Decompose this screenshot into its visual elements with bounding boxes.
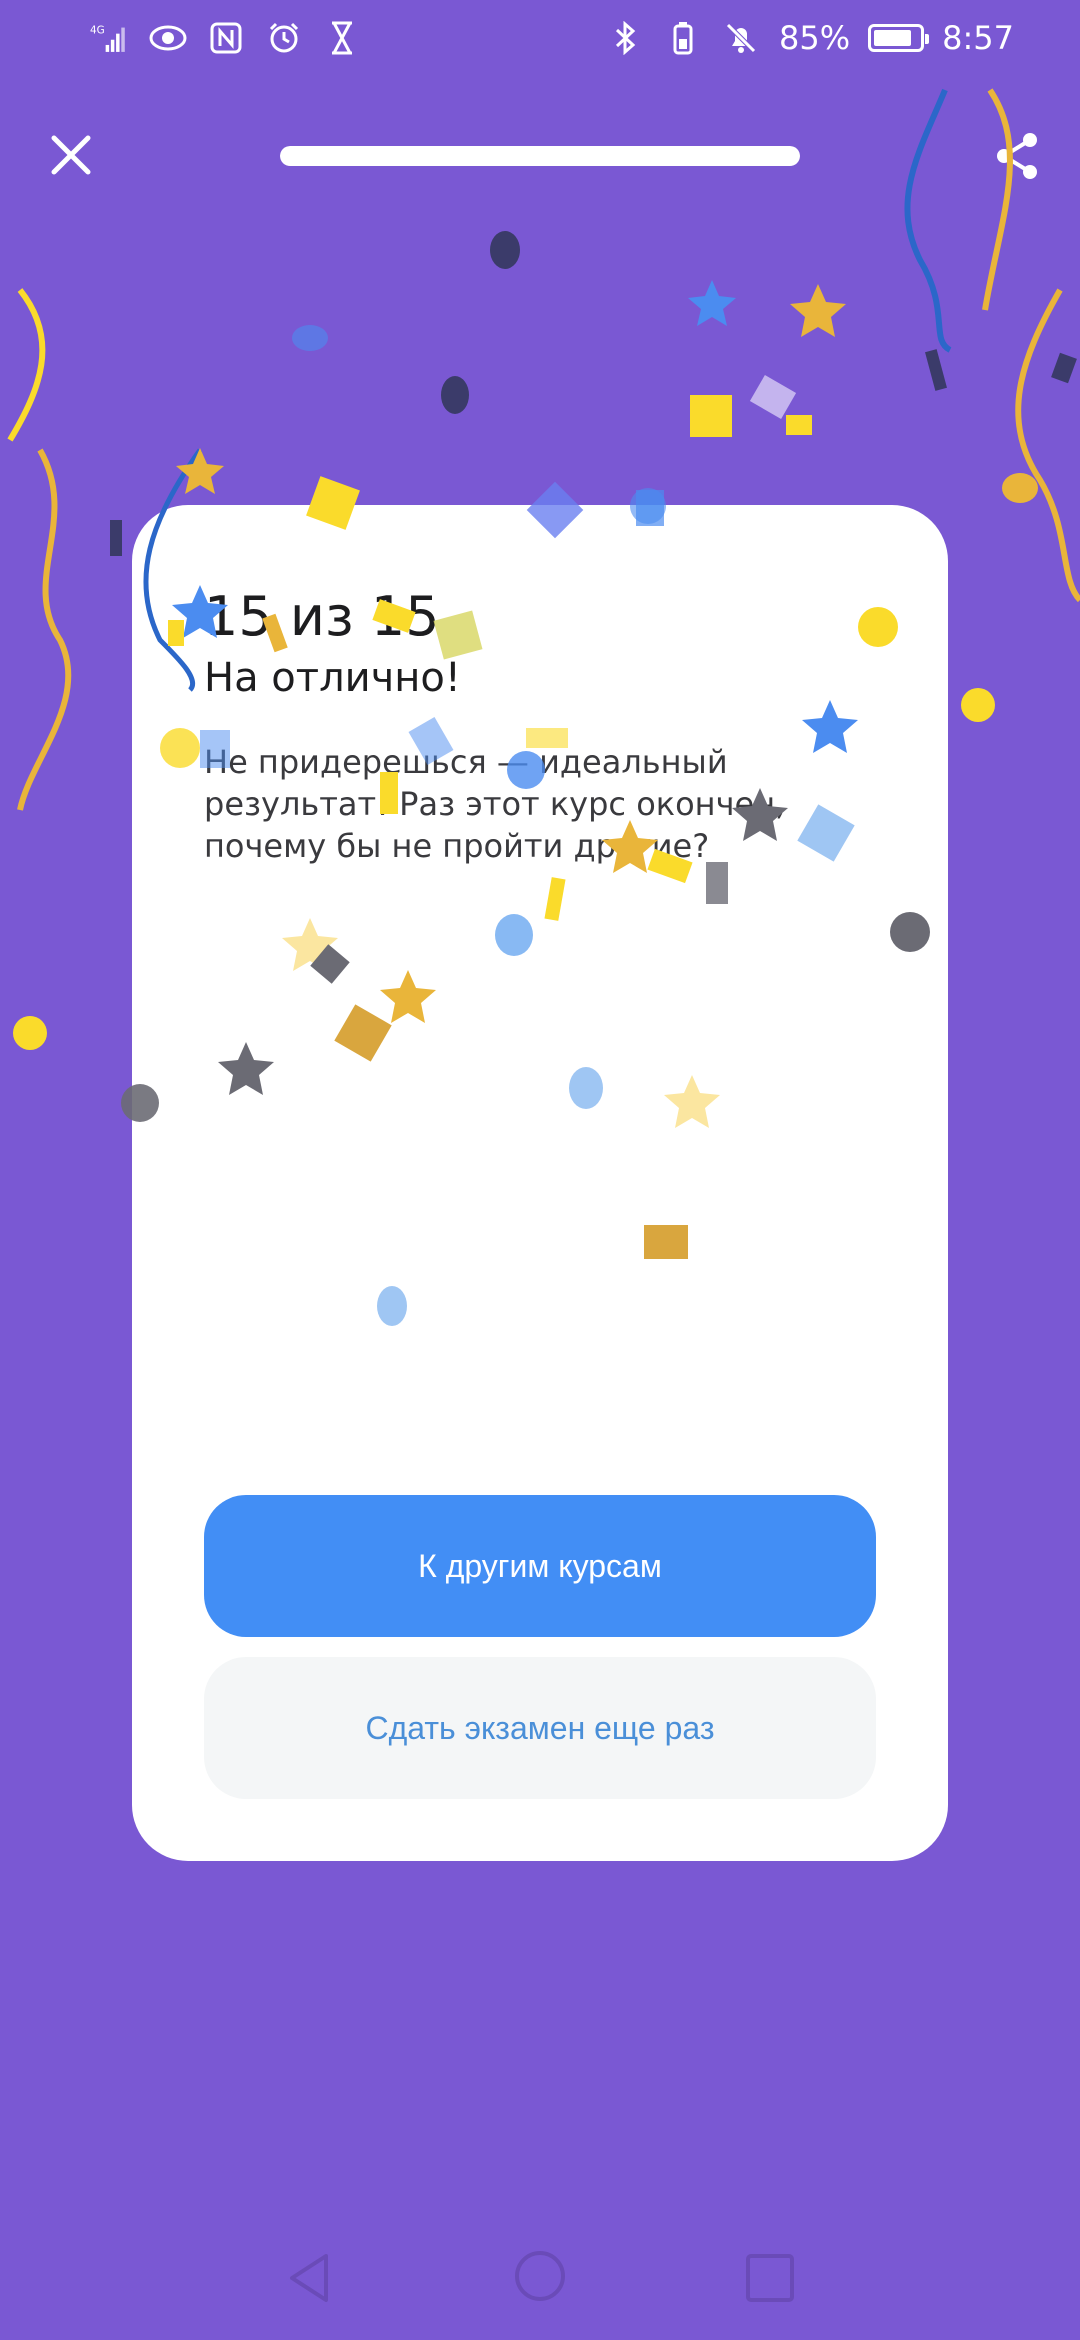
streamer	[904, 88, 952, 353]
recents-square-icon	[746, 2254, 794, 2302]
nfc-icon	[206, 18, 246, 58]
nav-recents-button[interactable]	[742, 2250, 798, 2306]
confetti-star	[790, 284, 846, 337]
battery-icon	[868, 24, 930, 52]
retake-exam-button[interactable]: Сдать экзамен еще раз	[204, 1657, 876, 1799]
clock: 8:57	[942, 19, 1014, 57]
streamer	[1015, 288, 1080, 603]
confetti-piece	[925, 349, 947, 391]
confetti-piece	[690, 395, 732, 437]
status-left-icons: 4G	[90, 18, 362, 58]
battery-level	[874, 30, 911, 46]
confetti-dot	[1002, 473, 1038, 503]
confetti-dot	[292, 325, 328, 351]
result-headline: На отлично!	[204, 655, 461, 701]
nav-back-button[interactable]	[282, 2250, 338, 2306]
network-type-label: 4G	[90, 25, 105, 37]
battery-percent: 85%	[779, 19, 851, 57]
nav-home-button[interactable]	[512, 2248, 568, 2304]
bell-off-icon	[721, 18, 761, 58]
confetti-piece	[1051, 352, 1077, 384]
confetti-dot	[441, 376, 469, 414]
confetti-dot	[961, 688, 995, 722]
status-bar: 4G 85% 8:57	[0, 0, 1080, 84]
confetti-piece	[110, 520, 122, 556]
streamer	[7, 288, 46, 442]
home-circle-icon	[515, 2251, 565, 2301]
share-icon	[997, 133, 1037, 179]
confetti-dot	[490, 231, 520, 269]
course-progress-fill	[280, 146, 800, 166]
hourglass-icon	[322, 18, 362, 58]
other-courses-button[interactable]: К другим курсам	[204, 1495, 876, 1637]
confetti-dot	[13, 1016, 47, 1050]
battery-saver-icon	[663, 18, 703, 58]
alarm-icon	[264, 18, 304, 58]
streamer	[982, 88, 1013, 311]
status-right-icons: 85% 8:57	[605, 18, 1014, 58]
eye-icon	[148, 18, 188, 58]
score-title: 15 из 15	[204, 585, 440, 648]
back-triangle-icon	[290, 2254, 328, 2302]
streamer	[17, 448, 72, 811]
result-message: Не придерешься — идеальный результат! Ра…	[204, 743, 786, 865]
signal-icon: 4G	[90, 18, 130, 58]
close-icon	[51, 135, 91, 175]
result-card: 15 из 15 На отлично! Не придерешься — ид…	[132, 505, 948, 1861]
confetti-star	[688, 280, 736, 326]
course-progress-bar	[280, 146, 800, 166]
share-button[interactable]	[990, 128, 1046, 184]
confetti-piece	[749, 375, 797, 419]
close-button[interactable]	[46, 130, 96, 180]
bluetooth-icon	[605, 18, 645, 58]
confetti-piece	[786, 415, 812, 435]
confetti-star	[176, 448, 224, 494]
